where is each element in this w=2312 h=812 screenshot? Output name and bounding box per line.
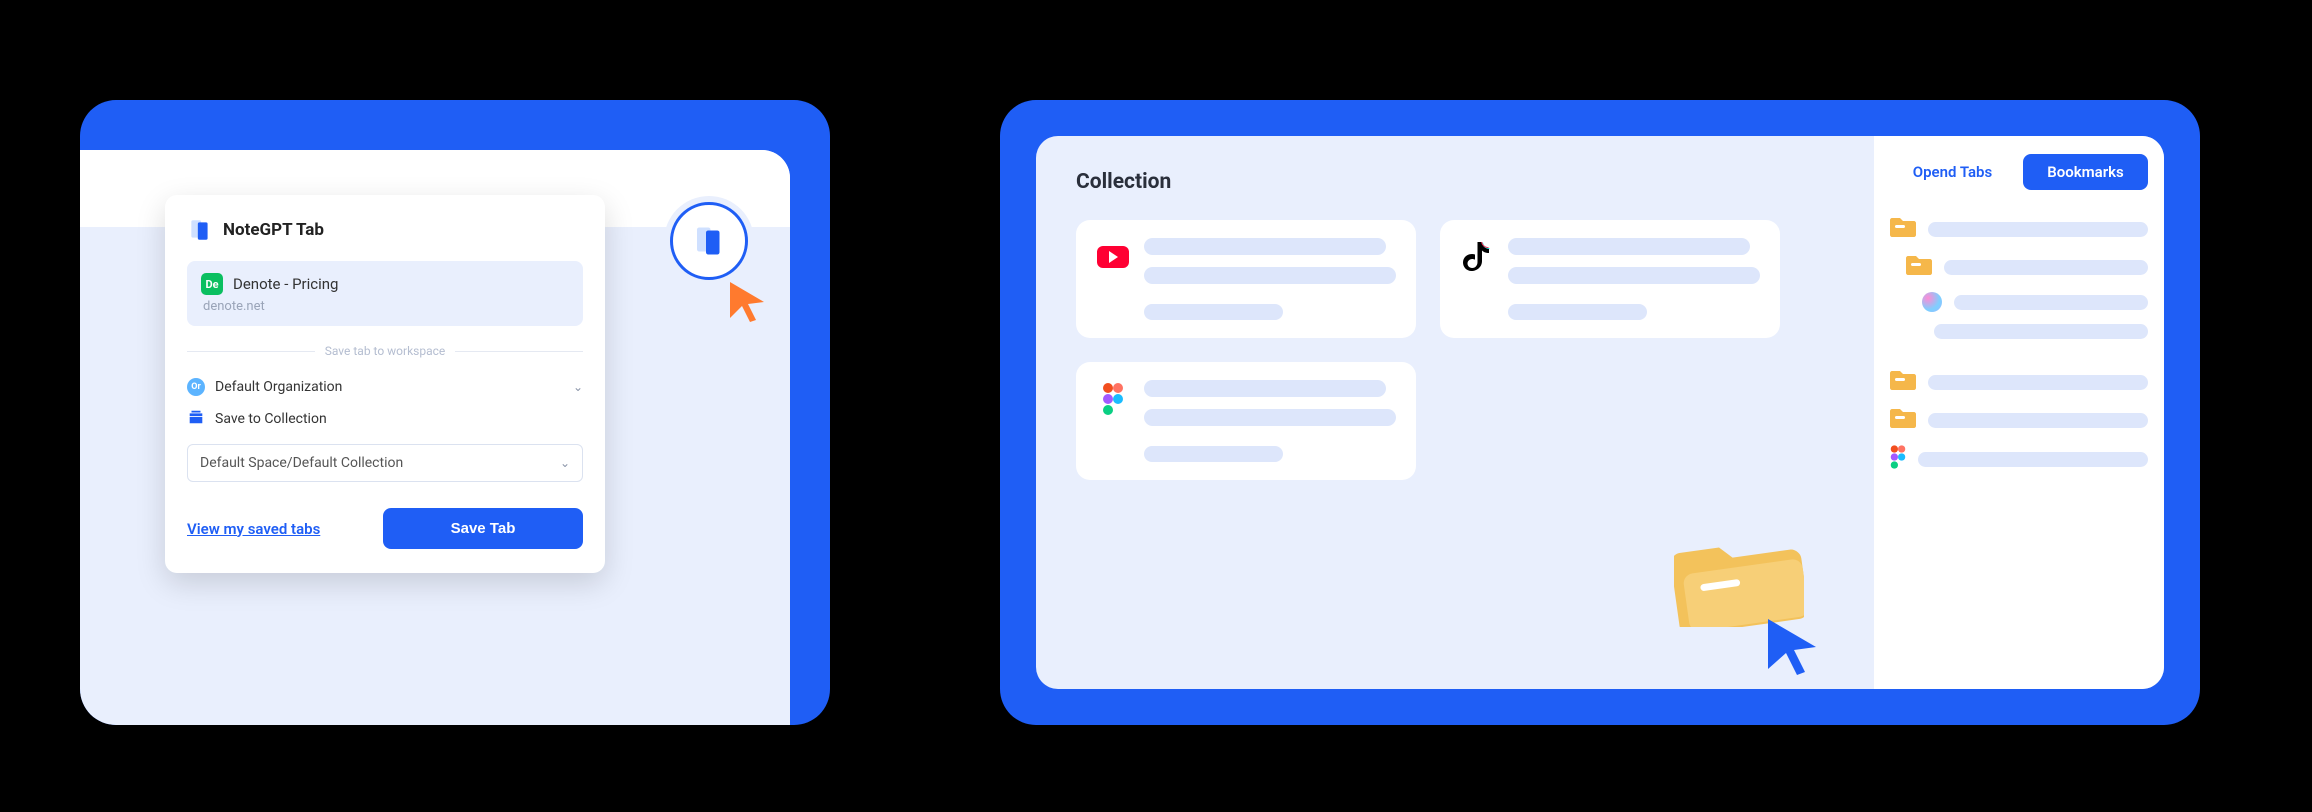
folder-icon: [1890, 216, 1916, 242]
chevron-down-icon: ⌄: [560, 456, 570, 470]
skeleton-line: [1918, 452, 2148, 467]
tree-spacer: [1890, 345, 2148, 363]
skeleton-line: [1928, 375, 2148, 390]
folder-icon: [1890, 369, 1916, 395]
organization-avatar: Or: [187, 378, 205, 396]
popup-title: NoteGPT Tab: [223, 220, 324, 240]
youtube-icon: [1096, 240, 1130, 274]
tree-row[interactable]: [1922, 286, 2148, 318]
page-icon: [1922, 292, 1942, 312]
figma-icon: [1096, 382, 1130, 416]
figma-icon: [1890, 445, 1906, 473]
collection-title: Collection: [1076, 170, 1834, 194]
skeleton-line: [1928, 222, 2148, 237]
current-tab-card: De Denote - Pricing denote.net: [187, 261, 583, 326]
section-divider: Save tab to workspace: [187, 344, 583, 358]
skeleton-line: [1508, 267, 1760, 284]
collection-panel: Collection: [1000, 100, 2200, 725]
collection-window: Collection: [1036, 136, 2164, 689]
skeleton-line: [1508, 304, 1647, 320]
popup-header: NoteGPT Tab: [187, 217, 583, 243]
collection-row-label: Save to Collection: [187, 402, 583, 436]
skeleton-line: [1954, 295, 2148, 310]
extension-badge[interactable]: [670, 202, 748, 280]
collection-cards: [1076, 220, 1834, 480]
site-url: denote.net: [203, 299, 569, 314]
notegpt-logo-icon: [187, 217, 213, 243]
collection-label: Save to Collection: [215, 411, 327, 427]
tree-row[interactable]: [1922, 318, 2148, 345]
organization-selector[interactable]: Or Default Organization ⌄: [187, 372, 583, 402]
skeleton-line: [1144, 304, 1283, 320]
site-favicon: De: [201, 273, 223, 295]
skeleton-line: [1144, 238, 1386, 255]
skeleton-line: [1934, 324, 2148, 339]
skeleton-line: [1144, 267, 1396, 284]
view-saved-tabs-link[interactable]: View my saved tabs: [187, 520, 320, 538]
skeleton-line: [1944, 260, 2148, 275]
save-tab-panel: NoteGPT Tab De Denote - Pricing denote.n…: [80, 100, 830, 725]
tree-row[interactable]: [1890, 210, 2148, 248]
skeleton-line: [1144, 380, 1386, 397]
tiktok-icon: [1460, 240, 1494, 274]
skeleton-line: [1144, 446, 1283, 462]
tab-bookmarks[interactable]: Bookmarks: [2023, 154, 2148, 190]
cursor-orange-icon: [726, 280, 768, 326]
tree-row[interactable]: [1906, 248, 2148, 286]
collection-icon: [187, 408, 205, 430]
chevron-down-icon: ⌄: [573, 380, 583, 394]
collection-card[interactable]: [1440, 220, 1780, 338]
tree-row[interactable]: [1890, 401, 2148, 439]
site-name: Denote - Pricing: [233, 275, 338, 293]
tree-row[interactable]: [1890, 363, 2148, 401]
skeleton-line: [1144, 409, 1396, 426]
cursor-blue-icon: [1762, 615, 1824, 681]
tree-row[interactable]: [1890, 439, 2148, 479]
notegpt-logo-icon: [691, 223, 727, 259]
folder-icon: [1890, 407, 1916, 433]
collection-select-value: Default Space/Default Collection: [200, 455, 403, 471]
divider-label: Save tab to workspace: [325, 344, 446, 358]
collection-main: Collection: [1036, 136, 1874, 689]
collection-card[interactable]: [1076, 220, 1416, 338]
collection-select[interactable]: Default Space/Default Collection ⌄: [187, 444, 583, 482]
skeleton-line: [1508, 238, 1750, 255]
save-tab-button[interactable]: Save Tab: [383, 508, 583, 549]
browser-mock-window: NoteGPT Tab De Denote - Pricing denote.n…: [80, 150, 790, 725]
skeleton-line: [1928, 413, 2148, 428]
popup-actions: View my saved tabs Save Tab: [187, 508, 583, 549]
save-tab-popup: NoteGPT Tab De Denote - Pricing denote.n…: [165, 195, 605, 573]
organization-label: Default Organization: [215, 379, 342, 395]
folder-icon: [1906, 254, 1932, 280]
collection-card[interactable]: [1076, 362, 1416, 480]
bookmark-sidebar: Opend Tabs Bookmarks: [1874, 136, 2164, 689]
sidebar-tabs: Opend Tabs Bookmarks: [1890, 154, 2148, 190]
tab-opened-tabs[interactable]: Opend Tabs: [1890, 154, 2015, 190]
